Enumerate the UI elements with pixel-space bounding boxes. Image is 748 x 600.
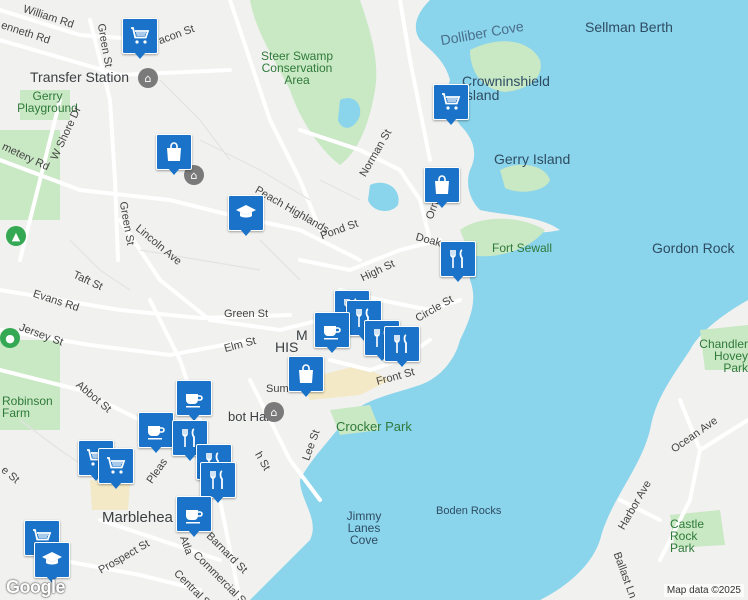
landmark-icon[interactable]: ⌂	[138, 68, 158, 88]
park-label: Fort Sewall	[492, 241, 553, 255]
cafe-marker[interactable]	[314, 312, 350, 354]
graduation-cap-icon	[234, 201, 258, 225]
restaurant-marker[interactable]	[440, 241, 476, 283]
google-logo: Google	[6, 577, 66, 597]
landmark-icon[interactable]: ⌂	[264, 402, 284, 422]
shopping-cart-icon	[104, 454, 128, 478]
water-label: Gordon Rock	[652, 240, 735, 256]
fork-knife-icon	[390, 332, 414, 356]
coffee-cup-icon	[182, 386, 206, 410]
shopping-marker[interactable]	[156, 134, 192, 176]
shopping-bag-icon	[294, 362, 318, 386]
place-label: HIS	[275, 339, 299, 355]
place-label: Transfer Station	[30, 69, 130, 85]
park-tree-icon[interactable]: ●	[0, 328, 20, 348]
cafe-marker[interactable]	[138, 412, 174, 454]
pond-redds	[368, 182, 399, 212]
restaurant-marker[interactable]	[384, 326, 420, 368]
fork-knife-icon	[206, 468, 230, 492]
park-label: Crocker Park	[336, 419, 412, 434]
shopping-marker[interactable]	[424, 167, 460, 209]
shopping-cart-icon	[128, 24, 152, 48]
water-label: Boden Rocks	[436, 505, 502, 517]
park-label: Steer Swamp Conservation Area	[260, 49, 334, 87]
park-label: Chandler Hovey Park	[699, 337, 748, 375]
coffee-cup-icon	[182, 502, 206, 526]
park-label: Robinson Farm	[2, 394, 53, 420]
graduation-cap-icon	[40, 548, 64, 572]
coffee-cup-icon	[144, 418, 168, 442]
street-label: Sum	[266, 383, 289, 395]
coffee-cup-icon	[320, 318, 344, 342]
grocery-marker[interactable]	[433, 84, 469, 126]
cafe-marker[interactable]	[176, 496, 212, 538]
map-attribution: Map data ©2025	[663, 584, 744, 597]
park-label: Castle Rock Park	[670, 517, 705, 555]
grocery-marker[interactable]	[122, 18, 158, 60]
park-tree-icon[interactable]: ▲	[6, 226, 26, 246]
shopping-cart-icon	[439, 90, 463, 114]
island-label: Gerry Island	[494, 151, 571, 167]
fork-knife-icon	[446, 247, 470, 271]
water-label: Jimmy Lanes Cove	[346, 509, 382, 547]
island-label: Crowninshield Island	[462, 73, 550, 103]
cafe-marker[interactable]	[176, 380, 212, 422]
map-canvas[interactable]: William Rd enneth Rd Green St acon St Tr…	[0, 0, 748, 600]
shopping-bag-icon	[430, 173, 454, 197]
place-label: Marblehea	[102, 509, 173, 526]
place-label: M	[296, 327, 308, 343]
shopping-bag-icon	[162, 140, 186, 164]
water-label: Sellman Berth	[585, 19, 673, 35]
grocery-marker[interactable]	[98, 448, 134, 490]
school-marker[interactable]	[228, 195, 264, 237]
shopping-marker[interactable]	[288, 356, 324, 398]
street-label: Green St	[224, 308, 269, 320]
